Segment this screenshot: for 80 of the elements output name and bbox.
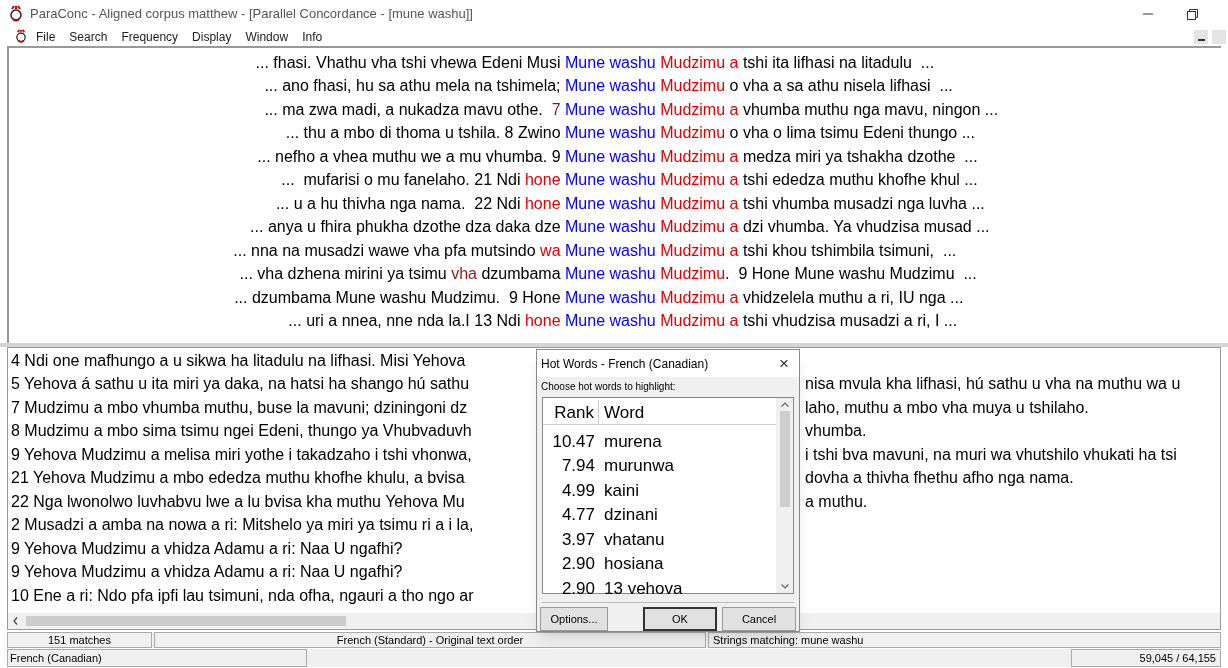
concordance-text: Mune washu (565, 123, 657, 144)
aligned-line-text: 9 Yehova Mudzimu a vhidza Adamu a ri: Naa U ngafhi? (11, 562, 404, 583)
concordance-text: ... thu a mbo di thoma u tshila. 8 Zwino (285, 123, 562, 144)
concordance-text: ... anya u fhira phukha dzothe dza daka dze (250, 217, 562, 238)
aligned-line-text: 7 Mudzimu a mbo vhumba muthu, buse la mavuni; dziningoni dz (11, 397, 469, 418)
concordance-text: Mudzimu (660, 76, 727, 97)
aligned-line-text: a muthu. (805, 491, 868, 512)
concordance-text: ... ma zwa madi, a nukadza mavu othe. (264, 99, 544, 120)
aligned-line-text: 9 Yehova Mudzimu a melisa miri yothe i takadzaho i tshi vhonwa, (11, 444, 473, 465)
status-text: 59,045 / 64,155 (1071, 649, 1221, 667)
concordance-text: Mudzimu a (660, 287, 740, 308)
aligned-line-text: laho, muthu a mbo vha muya u tshilaho. (805, 397, 1089, 418)
concordance-text: Mune washu (565, 170, 657, 191)
aligned-line-text: dovha a thivha fhethu afho nga nama. (805, 468, 1074, 489)
concordance-text: wa (540, 240, 562, 261)
concordance-text: Mudzimu a (660, 170, 740, 191)
concordance-text: ... uri a nnea, nne nda la.I 13 Ndi (288, 311, 522, 332)
aligned-line-text: nisa mvula kha lifhasi, hú sathu u vha na muthu wa u (805, 374, 1181, 395)
concordance-text: Mune washu (565, 217, 657, 238)
concordance-text: medza miri ya tshakha dzothe ... (742, 146, 978, 167)
window-title: ParaConc - Aligned corpus matthew - [Parallel Concordance - [mune washu]] (30, 5, 473, 24)
status-text: French (Canadian) (7, 649, 307, 667)
concordance-text: 7 (551, 99, 562, 120)
concordance-text: Mudzimu a (660, 311, 740, 332)
aligned-line-text: 4 Ndi one mafhungo a u sikwa ha litadulu na lifhasi. Misi Yehova (11, 350, 467, 371)
aligned-line-text: 8 Mudzimu a mbo sima tsimu ngei Edeni, thungo ya Vhubvaduvh (11, 421, 473, 442)
concordance-text: tshi khou tshimbila tsimuni, ... (742, 240, 957, 261)
concordance-text: o vha o lima tsimu Edeni thungo ... (729, 123, 975, 144)
concordance-text: ... ano fhasi, hu sa athu mela na tshimela; (264, 76, 562, 97)
concordance-text: vha (451, 264, 478, 285)
concordance-text: Mune washu (565, 311, 657, 332)
concordance-text: tshi ededza muthu khofhe khul ... (742, 170, 978, 191)
aligned-line-text: 2 Musadzi a amba na nowa a ri: Mitshelo ya miri ya tsimu ri a i la, (11, 515, 475, 536)
concordance-text: tshi ita lifhasi na litadulu ... (742, 52, 935, 73)
aligned-line-text: i tshi bva mavuni, na muri wa vhutshilo vhukati ha tsi (805, 444, 1177, 465)
concordance-text: hone (524, 193, 562, 214)
status-text: Strings matching: mune washu (708, 632, 1221, 648)
concordance-text: ... fhasi. Vhathu vha tshi vhewa Edeni Musi (255, 52, 562, 73)
concordance-text: Mudzimu a (660, 240, 740, 261)
aligned-line-text: vhumba. (805, 421, 867, 442)
concordance-text: ... nefho a vhea muthu we a mu vhumba. 9 (257, 146, 562, 167)
concordance-text: ... u a hu thivha nga nama. 22 Ndi (275, 193, 522, 214)
concordance-text: tshi vhudzisa musadzi a ri, I ... (742, 311, 958, 332)
concordance-text: Mune washu (565, 146, 657, 167)
concordance-text: Mudzimu a (660, 99, 740, 120)
aligned-line-text: 10 Ene a ri: Ndo pfa ipfi lau tsimuni, nda ofha, ngauri a tho ngo ar (11, 585, 475, 606)
concordance-text: . 9 Hone Mune washu Mudzimu ... (725, 264, 977, 285)
concordance-text: Mudzimu (660, 264, 726, 285)
concordance-text: Mune washu (565, 76, 657, 97)
concordance-text: ... nna na musadzi wawe vha pfa mutsindo (233, 240, 537, 261)
concordance-text: Mune washu (565, 287, 657, 308)
concordance-text: Mune washu (565, 99, 657, 120)
concordance-text: vhumba muthu nga mavu, ningon ... (742, 99, 999, 120)
aligned-line-text: 5 Yehova á sathu u ita miri ya daka, na hatsi ha shango hú sathu (11, 374, 471, 395)
concordance-text: Mudzimu (660, 123, 727, 144)
concordance-text: hone (524, 170, 562, 191)
concordance-text: o vha a sa athu nisela lifhasi ... (729, 76, 953, 97)
concordance-text: tshi vhumba musadzi nga luvha ... (742, 193, 985, 214)
status-text: French (Standard) - Original text order (154, 632, 706, 648)
concordance-text: ... dzumbama Mune washu Mudzimu. 9 Hone (234, 287, 562, 308)
concordance-text: dzumbama (481, 264, 562, 285)
concordance-text: ... vha dzhena mirini ya tsimu (239, 264, 448, 285)
concordance-text: Mune washu (565, 52, 657, 73)
concordance-text: Mudzimu a (660, 217, 740, 238)
concordance-text: hone (524, 311, 562, 332)
aligned-line-text: 22 Nga lwonolwo luvhabvu lwe a lu bvisa kha muthu Yehova Mu (11, 491, 466, 512)
concordance-text: Mudzimu a (660, 52, 740, 73)
concordance-text: Mune washu (565, 240, 657, 261)
aligned-line-text: 21 Yehova Mudzimu a mbo ededza muthu khofhe khulu, a bvisa (11, 468, 466, 489)
aligned-line-text: 9 Yehova Mudzimu a vhidza Adamu a ri: Naa U ngafhi? (11, 538, 404, 559)
dialog-prompt: Choose hot words to highlight: (541, 380, 677, 394)
concordance-text: ... mufarisi o mu fanelaho. 21 Ndi (281, 170, 522, 191)
concordance-text: Mudzimu a (660, 146, 740, 167)
dialog-title: Hot Words - French (Canadian) (541, 355, 709, 373)
status-text: 151 matches (7, 632, 152, 648)
concordance-text: Mune washu (565, 193, 657, 214)
concordance-text: dzi vhumba. Ya vhudzisa musad ... (742, 217, 990, 238)
concordance-text: Mune washu (565, 264, 657, 285)
concordance-text: Mudzimu a (660, 193, 740, 214)
concordance-text: vhidzelela muthu a ri, IU nga ... (742, 287, 964, 308)
